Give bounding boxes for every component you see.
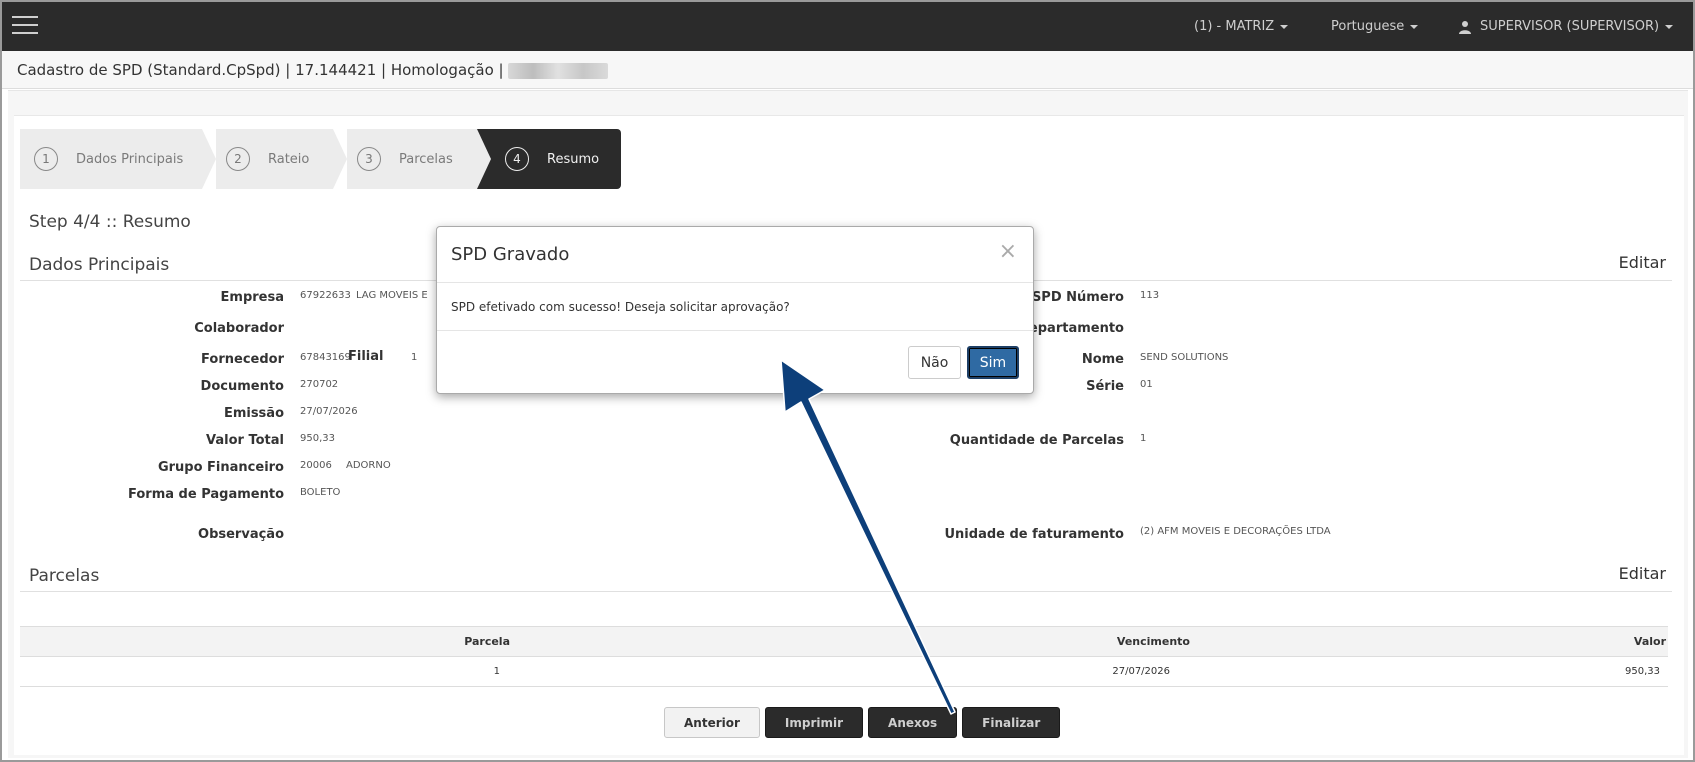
spd-saved-dialog: SPD Gravado × SPD efetivado com sucesso!… xyxy=(436,226,1034,394)
dialog-header: SPD Gravado × xyxy=(437,227,1033,283)
dialog-footer: Não Sim xyxy=(437,331,1033,394)
dialog-title: SPD Gravado xyxy=(451,244,570,265)
nao-button[interactable]: Não xyxy=(908,346,961,379)
sim-button[interactable]: Sim xyxy=(967,346,1019,379)
app-window: (1) - MATRIZ Portuguese SUPERVISOR (SUPE… xyxy=(0,0,1695,762)
dialog-message: SPD efetivado com sucesso! Deseja solici… xyxy=(451,300,790,314)
dialog-body: SPD efetivado com sucesso! Deseja solici… xyxy=(437,283,1033,331)
close-icon[interactable]: × xyxy=(999,241,1017,263)
